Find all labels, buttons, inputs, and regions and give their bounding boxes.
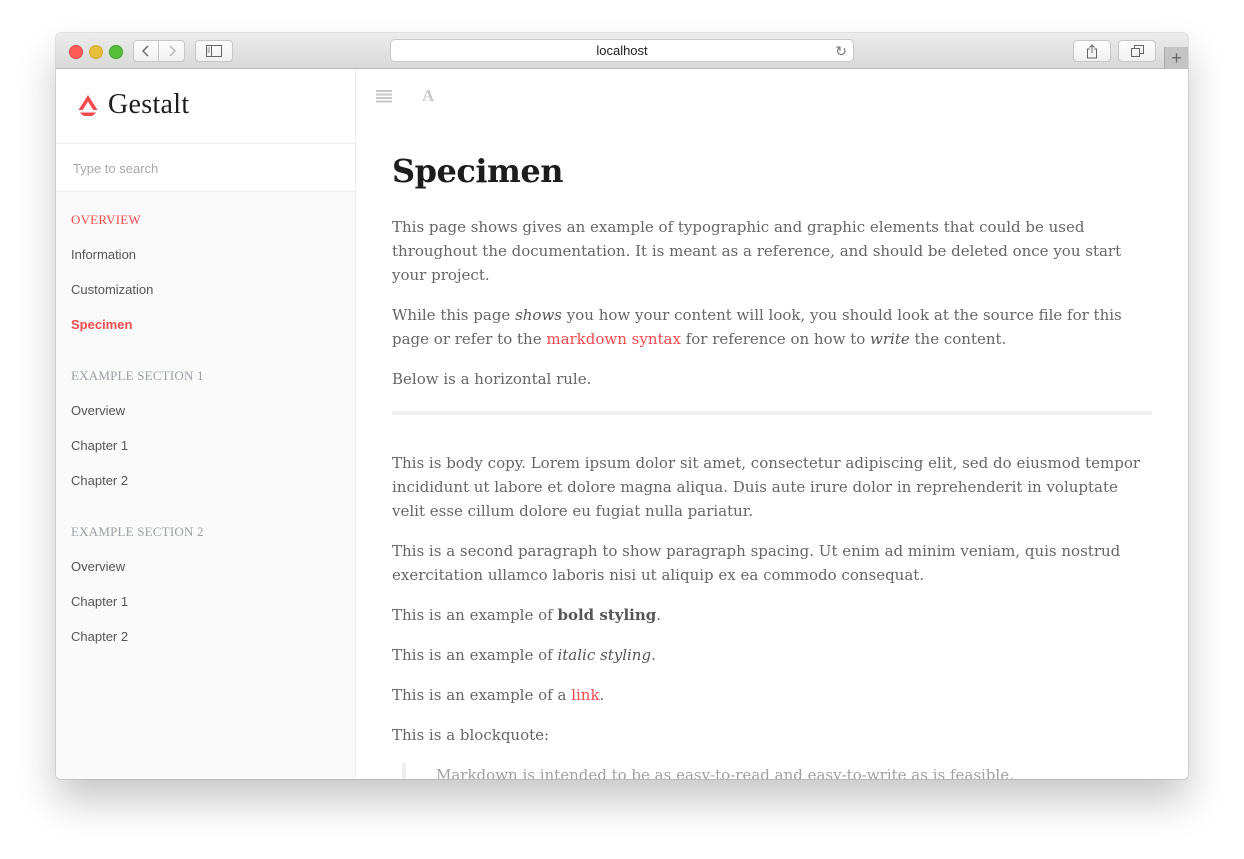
forward-button[interactable] — [159, 40, 185, 62]
docs-sidebar: Gestalt OVERVIEW Information Customizati… — [56, 69, 356, 779]
content-toolbar: A — [376, 86, 434, 106]
second-paragraph: This is a second paragraph to show parag… — [392, 542, 1121, 584]
example-link[interactable]: link — [571, 686, 599, 704]
blockquote-intro: This is a blockquote: — [392, 726, 550, 744]
sidebar-item-s2-chapter-2[interactable]: Chapter 2 — [71, 619, 355, 654]
italic-example: This is an example of italic styling. — [392, 646, 656, 664]
show-tabs-button[interactable] — [1118, 40, 1156, 62]
menu-lines-icon[interactable] — [376, 89, 392, 103]
new-tab-button[interactable]: + — [1164, 47, 1188, 69]
blockquote: Markdown is intended to be as easy-to-re… — [402, 763, 1152, 779]
chevron-left-icon — [142, 45, 149, 57]
share-icon — [1087, 43, 1097, 58]
main-content-area: A Specimen This page shows gives an exam… — [356, 69, 1188, 779]
article: Specimen This page shows gives an exampl… — [392, 149, 1152, 779]
search-box — [56, 144, 355, 192]
hr-intro-paragraph: Below is a horizontal rule. — [392, 370, 592, 388]
chevron-right-icon — [169, 45, 176, 57]
url-text: localhost — [596, 43, 648, 58]
sidebar-item-customization[interactable]: Customization — [71, 272, 355, 307]
reload-icon[interactable]: ↻ — [835, 43, 847, 60]
horizontal-rule — [392, 411, 1152, 415]
share-button[interactable] — [1073, 40, 1111, 62]
nav-section-overview[interactable]: OVERVIEW — [71, 211, 355, 228]
nav-section-example-1[interactable]: EXAMPLE SECTION 1 — [71, 367, 355, 384]
font-settings-icon[interactable]: A — [422, 86, 434, 106]
body-copy-paragraph: This is body copy. Lorem ipsum dolor sit… — [392, 454, 1141, 520]
maximize-window-button[interactable] — [109, 45, 123, 59]
page-title: Specimen — [392, 152, 563, 190]
search-input[interactable] — [71, 144, 335, 192]
sidebar-item-information[interactable]: Information — [71, 237, 355, 272]
link-example: This is an example of a link. — [392, 686, 605, 704]
minimize-window-button[interactable] — [89, 45, 103, 59]
browser-window: localhost ↻ + Gestalt OVERVIEW Informati… — [56, 33, 1188, 779]
sidebar-item-s1-chapter-1[interactable]: Chapter 1 — [71, 428, 355, 463]
sidebar-item-s1-chapter-2[interactable]: Chapter 2 — [71, 463, 355, 498]
sidebar-item-s2-chapter-1[interactable]: Chapter 1 — [71, 584, 355, 619]
nav-section-example-2[interactable]: EXAMPLE SECTION 2 — [71, 523, 355, 540]
bold-example: This is an example of bold styling. — [392, 606, 662, 624]
close-window-button[interactable] — [69, 45, 83, 59]
sidebar-nav: OVERVIEW Information Customization Speci… — [56, 192, 355, 654]
sidebar-icon — [206, 45, 222, 57]
source-paragraph: While this page shows you how your conte… — [392, 306, 1122, 348]
intro-paragraph: This page shows gives an example of typo… — [392, 218, 1122, 284]
address-bar[interactable]: localhost ↻ — [390, 39, 854, 62]
sidebar-item-s2-overview[interactable]: Overview — [71, 549, 355, 584]
plus-icon: + — [1171, 47, 1182, 68]
markdown-syntax-link[interactable]: markdown syntax — [546, 330, 681, 348]
tabs-icon — [1130, 45, 1144, 57]
brand-header: Gestalt — [56, 69, 355, 144]
gestalt-logo-icon[interactable] — [77, 94, 99, 116]
back-button[interactable] — [133, 40, 159, 62]
sidebar-toggle-button[interactable] — [195, 40, 233, 62]
sidebar-item-s1-overview[interactable]: Overview — [71, 393, 355, 428]
sidebar-item-specimen[interactable]: Specimen — [71, 307, 355, 342]
brand-name[interactable]: Gestalt — [108, 89, 189, 121]
browser-titlebar: localhost ↻ + — [56, 33, 1188, 69]
